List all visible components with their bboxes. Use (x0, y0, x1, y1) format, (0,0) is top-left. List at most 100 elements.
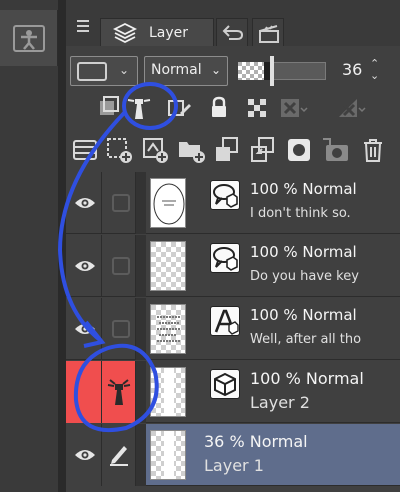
apply-mask-icon (323, 138, 348, 161)
layer-toolbar-row-2 (66, 130, 400, 170)
layer-row[interactable]: 100 % Normal Well, after all tho (66, 298, 400, 360)
layer-toolbar-row-1 (66, 88, 400, 128)
text-layer-type-icon (210, 306, 240, 336)
empty-checkbox (112, 257, 130, 275)
create-layer-mask-button[interactable] (284, 135, 314, 165)
edit-target-toggle[interactable] (102, 424, 136, 486)
ruler-disabled-dropdown[interactable] (336, 93, 366, 123)
opacity-value: 36 (342, 60, 363, 79)
edit-target-toggle[interactable] (102, 298, 136, 360)
text-thumbnail-icon (157, 316, 181, 342)
balloon-layer-type-icon (210, 243, 240, 273)
layer-panel: Layer ⌄ Normal ⌄ 36 ⌃ ⌄ 100 % Normal I d… (66, 0, 400, 492)
chevron-down-icon: ⌄ (210, 63, 221, 77)
tab-layer[interactable]: Layer (100, 18, 214, 46)
layer-row[interactable]: 100 % Normal Layer 2 (66, 361, 400, 423)
chevron-down-icon: ⌄ (119, 63, 130, 77)
empty-checkbox (112, 320, 130, 338)
undo-arrow-icon (222, 25, 244, 40)
layer-row[interactable]: 100 % Normal Do you have key (66, 235, 400, 297)
lock-transparent-pixels-button[interactable] (242, 93, 272, 123)
layer-name: Layer 1 (204, 456, 264, 475)
delete-layer-button[interactable] (358, 135, 388, 165)
lock-icon (212, 96, 226, 117)
layer-mask-icon (288, 139, 310, 161)
mask-disabled-dropdown[interactable] (278, 93, 308, 123)
layer-name: Layer 2 (250, 393, 310, 412)
eye-icon (75, 450, 95, 460)
transfer-down-icon (216, 137, 238, 161)
reference-layer-button[interactable] (124, 93, 154, 123)
new-vector-layer-icon (143, 138, 168, 163)
folder-person-icon (13, 25, 45, 52)
visibility-toggle[interactable] (66, 298, 102, 360)
clip-layer-icon (100, 96, 119, 115)
layer-property-button[interactable] (70, 135, 100, 165)
lighthouse-icon (107, 379, 131, 405)
new-folder-button[interactable] (176, 135, 206, 165)
edit-target-toggle[interactable] (102, 172, 136, 234)
visibility-toggle[interactable] (66, 361, 102, 423)
layer-list: 100 % Normal I don't think so. 100 % Nor… (66, 172, 400, 492)
blend-mode-dropdown[interactable]: Normal ⌄ (144, 56, 228, 86)
edit-target-toggle[interactable] (102, 235, 136, 297)
layer-row[interactable]: 100 % Normal I don't think so. (66, 172, 400, 234)
layer-thumbnail (150, 367, 186, 417)
trash-icon (364, 139, 382, 162)
opacity-slider-handle[interactable] (270, 56, 274, 86)
layer-name: I don't think so. (250, 206, 351, 221)
draft-layer-button[interactable] (164, 93, 194, 123)
new-vector-layer-button[interactable] (140, 135, 170, 165)
layer-name: Do you have key (250, 269, 359, 284)
opacity-stepper[interactable]: ⌃ ⌄ (370, 58, 379, 82)
balloon-thumbnail-icon (153, 183, 185, 225)
layers-stack-icon (113, 22, 137, 44)
layer-property-row: ⌄ Normal ⌄ 36 ⌃ ⌄ (66, 50, 400, 92)
layer-list-icon (73, 140, 97, 160)
eye-icon (75, 198, 95, 208)
opacity-transparency-swatch (238, 62, 264, 80)
clapperboard-icon (259, 25, 279, 43)
panel-tab-bar: Layer (66, 0, 400, 46)
layer-thumbnail (150, 430, 186, 480)
new-folder-icon (179, 142, 205, 163)
visibility-toggle[interactable] (66, 172, 102, 234)
tab-animation[interactable] (252, 18, 284, 46)
tab-history[interactable] (216, 18, 248, 46)
ruler-x-icon (339, 99, 366, 117)
eye-icon (75, 324, 95, 334)
visibility-toggle[interactable] (66, 424, 102, 486)
new-raster-layer-icon (107, 138, 132, 163)
layer-opacity-blend: 100 % Normal (250, 369, 364, 388)
panel-toggle-button[interactable] (0, 10, 58, 66)
new-raster-layer-button[interactable] (104, 135, 134, 165)
left-tool-strip (0, 0, 58, 492)
layer-color-swatch (77, 62, 107, 81)
layer-row[interactable] (66, 487, 400, 492)
apply-mask-button[interactable] (320, 135, 350, 165)
checker-lock-icon (248, 99, 266, 117)
layer-opacity-blend: 36 % Normal (204, 432, 308, 451)
layer-opacity-blend: 100 % Normal (250, 180, 357, 198)
merge-down-icon (251, 137, 274, 162)
visibility-toggle[interactable] (66, 235, 102, 297)
blend-mode-value: Normal (151, 62, 202, 78)
panel-menu-button[interactable] (70, 14, 96, 40)
layer-thumbnail (150, 178, 186, 228)
layer-thumbnail (150, 304, 186, 354)
layer-color-dropdown[interactable]: ⌄ (70, 56, 138, 86)
raster-layer-type-icon (210, 369, 240, 399)
mask-x-icon (281, 99, 308, 117)
eye-icon (75, 261, 95, 271)
draft-pen-icon (168, 100, 191, 116)
balloon-layer-type-icon (210, 180, 240, 210)
combine-to-layer-below-button[interactable] (248, 135, 278, 165)
lock-layer-button[interactable] (204, 93, 234, 123)
pen-icon (110, 446, 128, 466)
transfer-to-lower-layer-button[interactable] (212, 135, 242, 165)
lighthouse-icon (127, 99, 151, 119)
layer-row-selected[interactable]: 36 % Normal Layer 1 (66, 424, 400, 486)
layer-opacity-blend: 100 % Normal (250, 306, 357, 324)
reference-layer-indicator[interactable] (102, 361, 136, 423)
clip-to-layer-below-button[interactable] (94, 93, 124, 123)
